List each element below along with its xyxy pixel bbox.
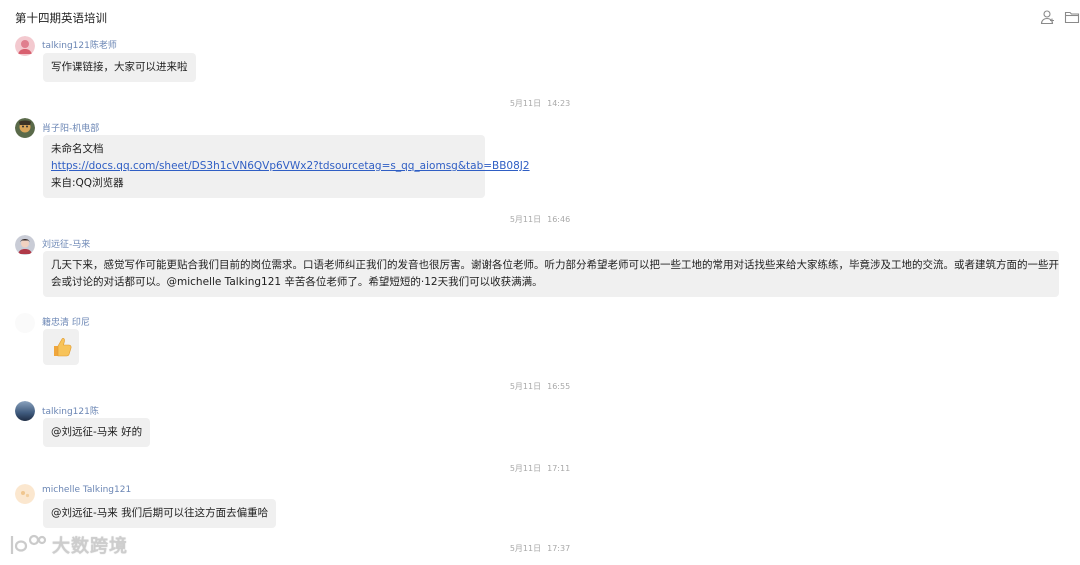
timestamp-date: 5月11日 xyxy=(509,99,542,108)
watermark: 大数跨境 xyxy=(8,530,128,560)
thumbs-up-icon xyxy=(54,338,72,357)
doc-source: 来自:QQ浏览器 xyxy=(51,177,124,189)
timestamp-date: 5月11日 xyxy=(509,464,542,473)
avatar[interactable] xyxy=(15,484,35,504)
timestamp: 5月11日 14:23 xyxy=(0,98,1080,109)
timestamp-date: 5月11日 xyxy=(509,544,542,553)
timestamp-time: 17:37 xyxy=(547,544,571,553)
avatar[interactable] xyxy=(15,118,35,138)
timestamp-time: 14:23 xyxy=(547,99,571,108)
avatar[interactable] xyxy=(15,36,35,56)
sender-name[interactable]: 籍忠清 印尼 xyxy=(42,315,90,328)
sender-name[interactable]: 刘远征-马来 xyxy=(42,237,90,250)
message-text: 会或讨论的对话都可以。@michelle Talking121 辛苦各位老师了。… xyxy=(51,276,543,288)
message-bubble[interactable]: 未命名文档 https://docs.qq.com/sheet/DS3h1cVN… xyxy=(43,135,530,198)
sender-name[interactable]: talking121陈 xyxy=(42,404,99,417)
sender-name[interactable]: talking121陈老师 xyxy=(42,38,117,51)
message-text: @刘远征-马来 好的 xyxy=(51,426,143,438)
timestamp-time: 16:55 xyxy=(547,382,571,391)
timestamp: 5月11日 17:37 xyxy=(0,543,1080,554)
sender-name[interactable]: michelle Talking121 xyxy=(42,485,131,495)
doc-link[interactable]: https://docs.qq.com/sheet/DS3h1cVN6QVp6V… xyxy=(51,158,530,175)
timestamp-time: 17:11 xyxy=(547,464,571,473)
message-text: @刘远征-马来 我们后期可以往这方面去偏重哈 xyxy=(51,507,269,519)
folder-icon[interactable] xyxy=(1064,9,1080,25)
timestamp: 5月11日 16:46 xyxy=(0,214,1080,225)
chat-title: 第十四期英语培训 xyxy=(15,11,107,25)
message-bubble: @刘远征-马来 我们后期可以往这方面去偏重哈 xyxy=(43,499,277,528)
message-bubble: 写作课链接，大家可以进来啦 xyxy=(43,53,196,82)
timestamp-time: 16:46 xyxy=(547,215,571,224)
message-bubble: 几天下来，感觉写作可能更贴合我们目前的岗位需求。口语老师纠正我们的发音也很厉害。… xyxy=(43,251,1059,297)
sender-name[interactable]: 肖子阳-机电部 xyxy=(42,121,99,134)
avatar[interactable] xyxy=(15,401,35,421)
message-text: 写作课链接，大家可以进来啦 xyxy=(51,61,188,73)
avatar[interactable] xyxy=(15,235,35,255)
avatar[interactable] xyxy=(15,313,35,333)
watermark-text: 大数跨境 xyxy=(52,536,128,557)
message-text: 几天下来，感觉写作可能更贴合我们目前的岗位需求。口语老师纠正我们的发音也很厉害。… xyxy=(51,259,1059,271)
chat-header: 第十四期英语培训 xyxy=(0,0,1080,34)
message-bubble xyxy=(43,329,79,365)
doc-title: 未命名文档 xyxy=(51,143,104,155)
watermark-logo-icon xyxy=(10,534,47,554)
message-bubble: @刘远征-马来 好的 xyxy=(43,418,151,447)
timestamp: 5月11日 17:11 xyxy=(0,463,1080,474)
timestamp: 5月11日 16:55 xyxy=(0,381,1080,392)
person-add-icon[interactable] xyxy=(1040,9,1056,25)
timestamp-date: 5月11日 xyxy=(509,215,542,224)
timestamp-date: 5月11日 xyxy=(509,382,542,391)
